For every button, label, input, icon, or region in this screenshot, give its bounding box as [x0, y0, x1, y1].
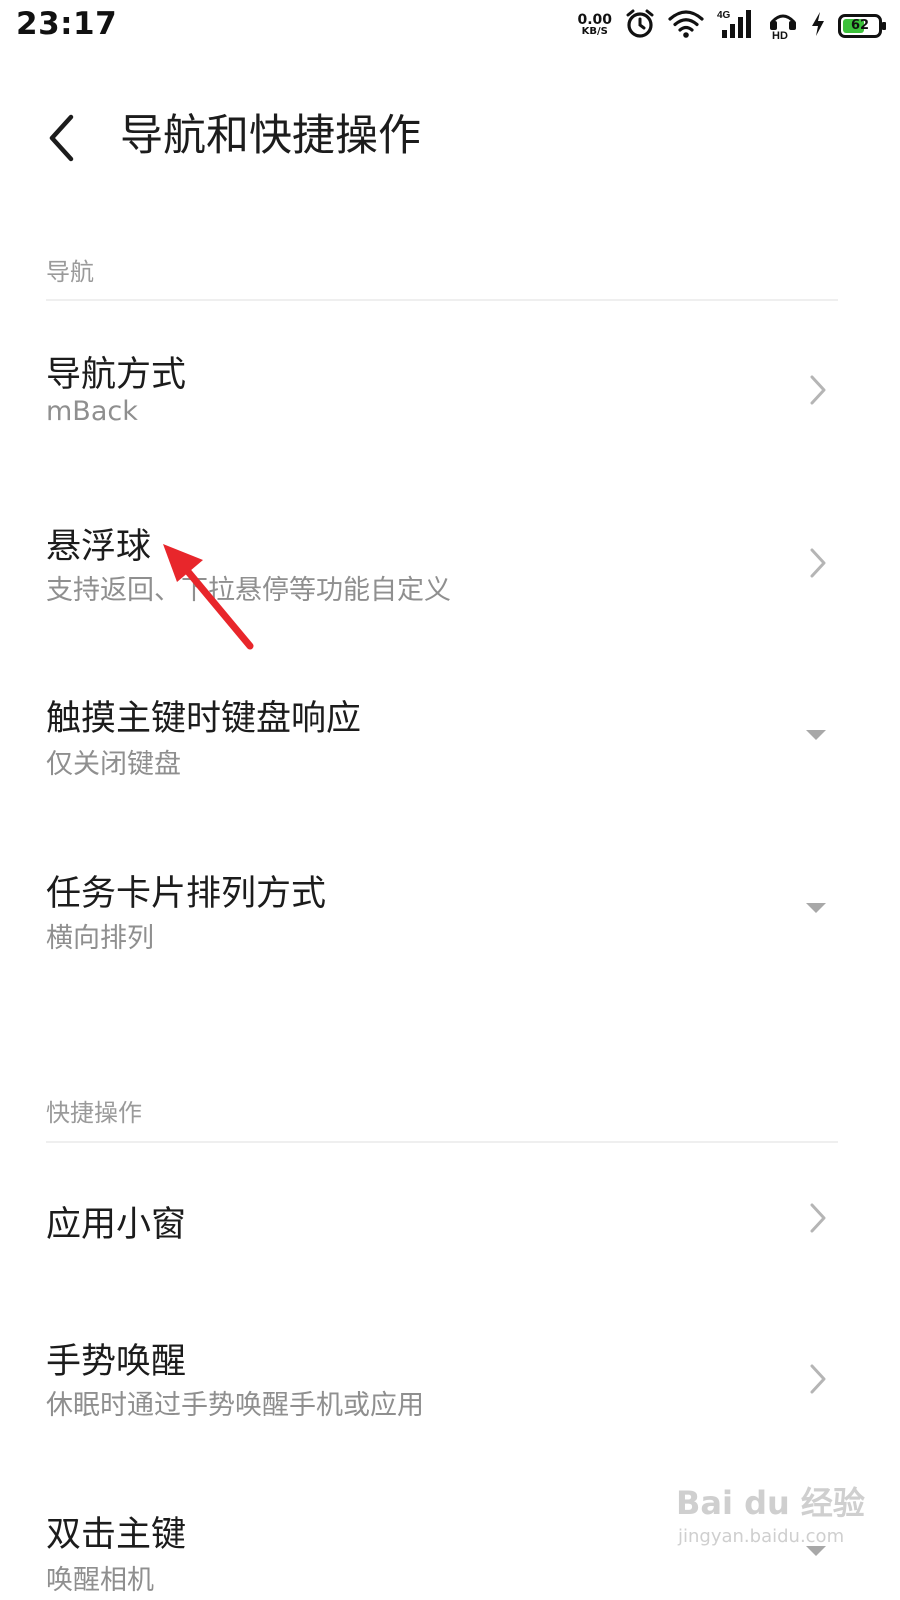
section-label-navigation: 导航	[46, 258, 94, 286]
section-label-shortcuts: 快捷操作	[46, 1099, 142, 1127]
watermark-main: Bai du 经验	[676, 1484, 865, 1522]
dropdown-caret-icon	[806, 903, 826, 913]
setting-subtitle: 横向排列	[46, 923, 154, 954]
setting-row-home-key-keyboard[interactable]: 触摸主键时键盘响应 仅关闭键盘	[0, 660, 900, 810]
hd-icon: HD	[768, 8, 798, 44]
setting-title: 应用小窗	[46, 1205, 187, 1245]
network-speed: 0.00 KB/S	[577, 12, 612, 38]
network-speed-unit: KB/S	[581, 26, 608, 37]
baidu-watermark: Bai du 经验 jingyan.baidu.com	[676, 1478, 865, 1558]
red-arrow-icon	[163, 544, 254, 650]
battery-level: 62	[850, 18, 870, 33]
status-bar: 23:17 0.00 KB/S 4G HD 62	[0, 0, 900, 52]
section-divider	[46, 299, 838, 301]
setting-title: 触摸主键时键盘响应	[46, 699, 362, 739]
back-button[interactable]	[36, 108, 86, 168]
setting-title: 任务卡片排列方式	[46, 874, 327, 914]
setting-row-floating-ball[interactable]: 悬浮球 支持返回、下拉悬停等功能自定义	[0, 490, 900, 640]
status-time: 23:17	[16, 6, 118, 42]
setting-subtitle: 休眠时通过手势唤醒手机或应用	[46, 1390, 424, 1421]
setting-row-navigation-mode[interactable]: 导航方式 mBack	[0, 320, 900, 470]
setting-subtitle: 仅关闭键盘	[46, 749, 181, 780]
setting-title: 导航方式	[46, 355, 187, 395]
dropdown-caret-icon	[806, 730, 826, 740]
setting-subtitle: mBack	[46, 396, 138, 427]
setting-subtitle: 唤醒相机	[46, 1565, 154, 1596]
hd-label: HD	[772, 30, 788, 40]
setting-title: 双击主键	[46, 1515, 187, 1555]
setting-row-task-card-layout[interactable]: 任务卡片排列方式 横向排列	[0, 835, 900, 985]
network-type-label: 4G	[717, 10, 731, 21]
status-icons: 0.00 KB/S 4G HD 62	[577, 6, 886, 46]
battery-icon: 62	[838, 14, 886, 38]
chevron-right-icon	[810, 375, 826, 405]
alarm-clock-icon	[624, 8, 656, 44]
chevron-right-icon	[810, 1364, 826, 1394]
back-chevron-icon	[49, 114, 74, 162]
watermark-sub: jingyan.baidu.com	[678, 1526, 845, 1547]
setting-title: 悬浮球	[46, 527, 152, 567]
setting-row-app-small-window[interactable]: 应用小窗	[0, 1160, 900, 1280]
setting-row-gesture-wakeup[interactable]: 手势唤醒 休眠时通过手势唤醒手机或应用	[0, 1305, 900, 1455]
network-speed-value: 0.00	[577, 12, 612, 28]
signal-icon: 4G	[716, 8, 756, 44]
setting-title: 手势唤醒	[46, 1342, 187, 1382]
chevron-right-icon	[810, 548, 826, 578]
section-divider	[46, 1141, 838, 1143]
wifi-icon	[668, 9, 704, 43]
page-title: 导航和快捷操作	[120, 111, 421, 161]
chevron-right-icon	[810, 1203, 826, 1233]
charging-bolt-icon	[810, 11, 826, 41]
